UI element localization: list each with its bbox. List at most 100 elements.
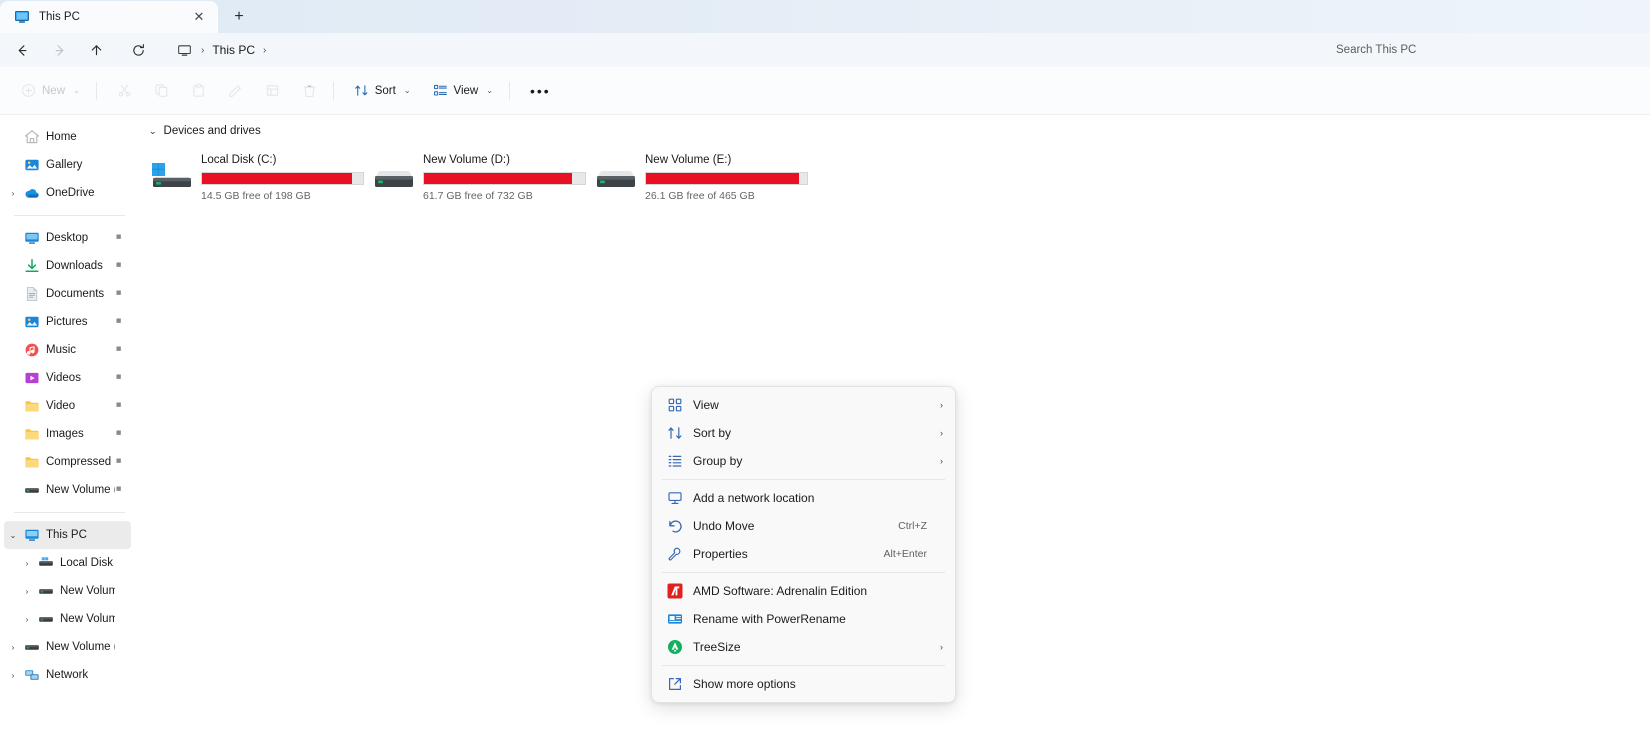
pin-icon[interactable]: ◆ — [114, 455, 129, 470]
menu-item-label: Undo Move — [693, 519, 898, 533]
sidebar-item-video[interactable]: Video◆ — [4, 392, 131, 420]
sidebar-item-documents[interactable]: Documents◆ — [4, 280, 131, 308]
cut-button[interactable] — [108, 76, 141, 106]
drive-tile[interactable]: Local Disk (C:)14.5 GB free of 198 GB — [151, 148, 373, 202]
back-button[interactable] — [7, 36, 37, 64]
ellipsis-icon: ••• — [530, 87, 551, 95]
sidebar-item-new-volume-e[interactable]: ›New Volume (E:) — [4, 633, 131, 661]
sidebar-item-onedrive[interactable]: › OneDrive — [4, 179, 131, 207]
sidebar-item-new-volume-d[interactable]: New Volume (D:◆ — [4, 476, 131, 504]
chevron-icon[interactable]: › — [18, 587, 36, 596]
treesize-icon — [665, 639, 685, 655]
chevron-icon[interactable]: › — [4, 643, 22, 652]
menu-item-group-by[interactable]: Group by› — [656, 447, 951, 475]
windows-drive-icon — [151, 155, 193, 195]
pin-icon[interactable]: ◆ — [114, 343, 129, 358]
sort-icon — [665, 425, 685, 441]
menu-item-show-more-options[interactable]: Show more options — [656, 670, 951, 698]
search-input[interactable]: Search This PC — [1322, 37, 1642, 63]
sidebar-item-gallery[interactable]: Gallery — [4, 151, 131, 179]
chevron-icon[interactable]: › — [4, 189, 22, 198]
breadcrumb[interactable]: › This PC › — [167, 37, 279, 63]
drive-capacity-fill — [202, 173, 352, 184]
drive-free-space: 61.7 GB free of 732 GB — [423, 190, 595, 202]
chevron-icon[interactable]: ⌄ — [4, 531, 22, 540]
navigation-pane[interactable]: HomeGallery›OneDriveDesktop◆Downloads◆Do… — [0, 116, 137, 745]
new-tab-button[interactable]: + — [224, 3, 254, 31]
drive-tile-list: Local Disk (C:)14.5 GB free of 198 GB Ne… — [137, 148, 1650, 202]
folder-icon — [22, 454, 41, 470]
sidebar-item-downloads[interactable]: Downloads◆ — [4, 252, 131, 280]
menu-item-rename-with-powerrename[interactable]: Rename with PowerRename — [656, 605, 951, 633]
menu-item-treesize[interactable]: TreeSize› — [656, 633, 951, 661]
folder-icon — [22, 426, 41, 442]
sidebar-item-new-volume-e[interactable]: ›New Volume (E:) — [4, 605, 131, 633]
drive-icon — [373, 155, 415, 195]
forward-button[interactable] — [44, 36, 74, 64]
pin-icon[interactable]: ◆ — [114, 399, 129, 414]
pin-icon[interactable]: ◆ — [114, 315, 129, 330]
sidebar-item-images[interactable]: Images◆ — [4, 420, 131, 448]
pin-icon[interactable]: ◆ — [114, 287, 129, 302]
drive-tile[interactable]: New Volume (E:)26.1 GB free of 465 GB — [595, 148, 817, 202]
more-options-button[interactable]: ••• — [521, 76, 560, 106]
menu-item-label: Add a network location — [693, 491, 927, 505]
pin-icon[interactable]: ◆ — [114, 259, 129, 274]
breadcrumb-this-pc[interactable]: This PC — [212, 43, 255, 57]
up-button[interactable] — [81, 36, 111, 64]
this-pc-icon — [22, 527, 41, 543]
network-location-icon — [665, 490, 685, 506]
submenu-arrow-icon: › — [933, 428, 943, 438]
sidebar-item-label: Downloads — [46, 260, 115, 272]
close-icon[interactable]: ✕ — [188, 6, 210, 28]
breadcrumb-separator-2[interactable]: › — [258, 45, 271, 56]
drive-capacity-fill — [424, 173, 572, 184]
menu-item-amd-software-adrenalin-edition[interactable]: AMD Software: Adrenalin Edition — [656, 577, 951, 605]
sidebar-item-compressed[interactable]: Compressed◆ — [4, 448, 131, 476]
sidebar-item-pictures[interactable]: Pictures◆ — [4, 308, 131, 336]
menu-item-properties[interactable]: PropertiesAlt+Enter — [656, 540, 951, 568]
rename-button[interactable] — [219, 76, 252, 106]
chevron-down-icon: ⌄ — [404, 86, 411, 95]
drive-icon — [36, 611, 55, 627]
submenu-arrow-icon: › — [933, 642, 943, 652]
sidebar-item-desktop[interactable]: Desktop◆ — [4, 224, 131, 252]
pin-icon[interactable]: ◆ — [114, 231, 129, 246]
delete-button[interactable] — [293, 76, 326, 106]
sidebar-item-new-volume-d[interactable]: ›New Volume (D:) — [4, 577, 131, 605]
context-menu[interactable]: View› Sort by › Group by› Add a network loca… — [651, 386, 956, 703]
sidebar-item-videos[interactable]: Videos◆ — [4, 364, 131, 392]
sidebar-item-this-pc[interactable]: ⌄This PC — [4, 521, 131, 549]
sort-button[interactable]: Sort ⌄ — [345, 76, 420, 106]
tab-this-pc[interactable]: This PC ✕ — [0, 1, 218, 33]
drive-capacity-bar — [645, 172, 808, 185]
menu-item-add-a-network-location[interactable]: Add a network location — [656, 484, 951, 512]
chevron-icon[interactable]: › — [18, 559, 36, 568]
pin-icon[interactable]: ◆ — [114, 427, 129, 442]
menu-item-label: Sort by — [693, 426, 927, 440]
chevron-down-icon[interactable]: ⌄ — [149, 126, 157, 137]
view-button[interactable]: View ⌄ — [424, 76, 502, 106]
chevron-icon[interactable]: › — [18, 615, 36, 624]
drive-icon — [22, 639, 41, 655]
refresh-button[interactable] — [123, 36, 153, 64]
devices-and-drives-group-header[interactable]: ⌄ Devices and drives — [149, 121, 1650, 141]
new-button[interactable]: New ⌄ — [12, 76, 89, 106]
sidebar-item-network[interactable]: ›Network — [4, 661, 131, 689]
chevron-down-icon: ⌄ — [73, 86, 80, 95]
share-button[interactable] — [256, 76, 289, 106]
sidebar-item-label: OneDrive — [46, 187, 115, 199]
menu-item-view[interactable]: View› — [656, 391, 951, 419]
sidebar-item-music[interactable]: Music◆ — [4, 336, 131, 364]
chevron-icon[interactable]: › — [4, 671, 22, 680]
menu-item-sort-by[interactable]: Sort by › — [656, 419, 951, 447]
search-placeholder: Search This PC — [1336, 44, 1416, 56]
pin-icon[interactable]: ◆ — [114, 371, 129, 386]
copy-button[interactable] — [145, 76, 178, 106]
paste-button[interactable] — [182, 76, 215, 106]
pin-icon[interactable]: ◆ — [114, 483, 129, 498]
menu-item-undo-move[interactable]: Undo MoveCtrl+Z — [656, 512, 951, 540]
drive-tile[interactable]: New Volume (D:)61.7 GB free of 732 GB — [373, 148, 595, 202]
sidebar-item-home[interactable]: Home — [4, 123, 131, 151]
sidebar-item-local-disk-c[interactable]: ›Local Disk (C:) — [4, 549, 131, 577]
